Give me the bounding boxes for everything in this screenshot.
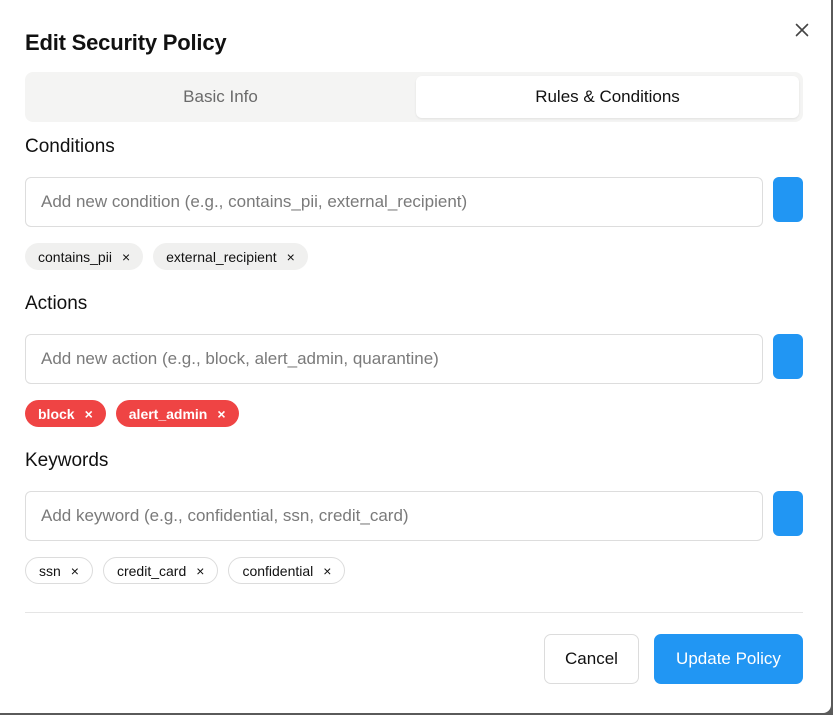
add-keyword-button[interactable] — [773, 491, 803, 536]
chip-label: alert_admin — [128, 405, 208, 422]
chip-label: ssn — [39, 562, 61, 579]
keyword-chip: ssn × — [25, 557, 93, 584]
chip-remove-icon[interactable]: × — [196, 564, 204, 578]
condition-chip: contains_pii × — [25, 243, 144, 270]
cancel-button[interactable]: Cancel — [544, 634, 639, 684]
actions-label: Actions — [25, 293, 88, 314]
close-button[interactable] — [790, 18, 814, 42]
edit-policy-dialog: Edit Security Policy Basic Info Rules & … — [0, 0, 831, 713]
keywords-chip-list: ssn × credit_card × confidential × — [25, 557, 346, 584]
actions-chip-list: block × alert_admin × — [25, 400, 239, 427]
tab-rules-conditions[interactable]: Rules & Conditions — [416, 76, 799, 118]
keywords-label: Keywords — [25, 450, 109, 471]
update-policy-button[interactable]: Update Policy — [654, 634, 803, 684]
chip-label: block — [38, 405, 75, 422]
add-condition-button[interactable] — [773, 177, 803, 222]
keyword-input[interactable] — [25, 491, 763, 541]
chip-remove-icon[interactable]: × — [217, 407, 225, 421]
keyword-chip: confidential × — [228, 557, 346, 584]
chip-label: contains_pii — [38, 248, 112, 265]
condition-input[interactable] — [25, 177, 763, 227]
chip-remove-icon[interactable]: × — [287, 250, 295, 264]
add-action-button[interactable] — [773, 334, 803, 379]
chip-label: external_recipient — [166, 248, 277, 265]
chip-remove-icon[interactable]: × — [122, 250, 130, 264]
tab-bar: Basic Info Rules & Conditions — [25, 72, 803, 122]
footer-divider — [25, 612, 803, 613]
action-chip: alert_admin × — [115, 400, 239, 427]
conditions-label: Conditions — [25, 136, 115, 157]
action-chip: block × — [25, 400, 106, 427]
keyword-chip: credit_card × — [102, 557, 219, 584]
chip-label: confidential — [242, 562, 314, 579]
close-icon — [795, 23, 809, 37]
chip-label: credit_card — [116, 562, 187, 579]
condition-chip: external_recipient × — [153, 243, 308, 270]
action-input[interactable] — [25, 334, 763, 384]
chip-remove-icon[interactable]: × — [323, 564, 331, 578]
chip-remove-icon[interactable]: × — [71, 564, 79, 578]
chip-remove-icon[interactable]: × — [85, 407, 93, 421]
tab-basic-info[interactable]: Basic Info — [29, 76, 412, 118]
dialog-title: Edit Security Policy — [25, 30, 227, 55]
conditions-chip-list: contains_pii × external_recipient × — [25, 243, 308, 270]
